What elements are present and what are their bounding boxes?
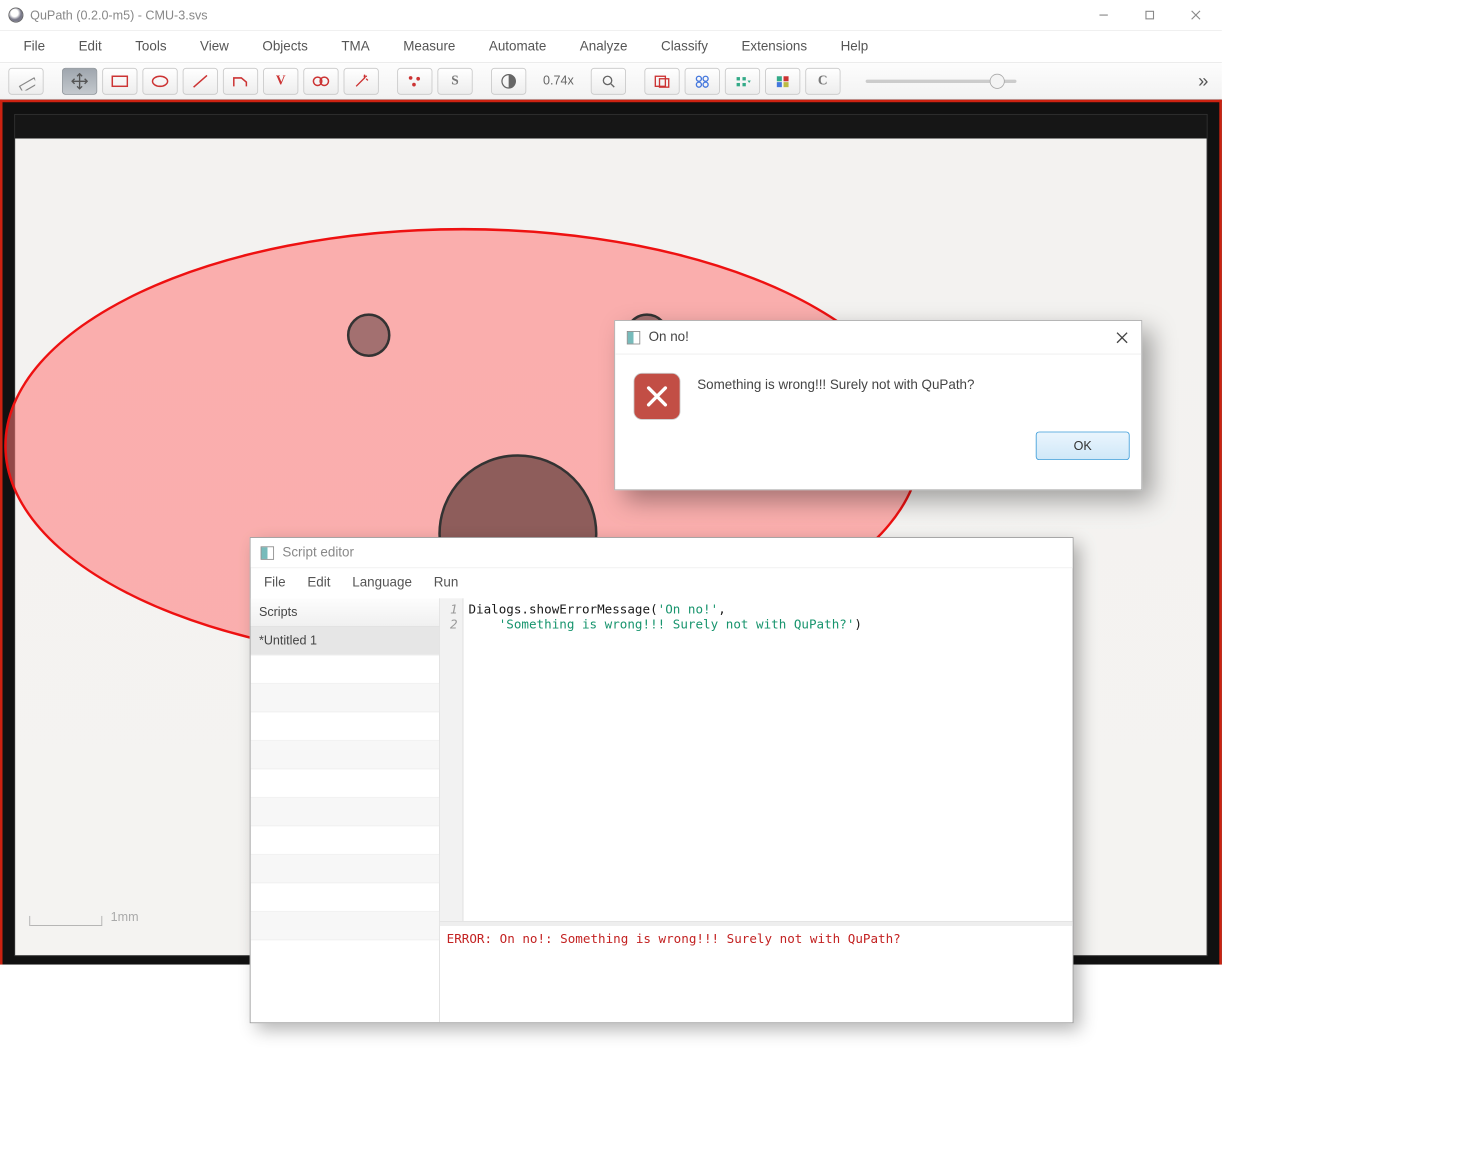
script-editor-title: Script editor xyxy=(282,545,354,560)
app-icon xyxy=(8,8,23,23)
titlebar: QuPath (0.2.0-m5) - CMU-3.svs xyxy=(0,0,1222,31)
polyline-tool-icon[interactable]: V xyxy=(263,67,298,94)
menu-edit[interactable]: Edit xyxy=(72,36,109,58)
maximize-button[interactable] xyxy=(1126,2,1172,29)
show-tma-grid-icon[interactable] xyxy=(684,67,719,94)
code-content[interactable]: Dialogs.showErrorMessage('On no!', 'Some… xyxy=(463,598,1072,921)
scripts-header: Scripts xyxy=(251,598,440,626)
line-tool-icon[interactable] xyxy=(183,67,218,94)
close-button[interactable] xyxy=(1172,2,1218,29)
rectangle-tool-icon[interactable] xyxy=(102,67,137,94)
dialog-titlebar[interactable]: On no! xyxy=(615,321,1141,355)
opacity-slider[interactable] xyxy=(865,79,1016,82)
dialog-close-button[interactable] xyxy=(1111,326,1133,348)
menu-objects[interactable]: Objects xyxy=(256,36,315,58)
line-gutter: 12 xyxy=(440,598,463,921)
points-tool-icon[interactable] xyxy=(397,67,432,94)
slider-thumb-icon[interactable] xyxy=(989,73,1004,88)
menu-tools[interactable]: Tools xyxy=(129,36,174,58)
script-menu-language[interactable]: Language xyxy=(352,576,412,591)
scalebar: 1mm xyxy=(29,908,138,926)
minimize-button[interactable] xyxy=(1080,2,1126,29)
window-title: QuPath (0.2.0-m5) - CMU-3.svs xyxy=(30,8,207,22)
wand-tool-icon[interactable] xyxy=(344,67,379,94)
selection-mode-button[interactable]: S xyxy=(437,67,472,94)
code-editor[interactable]: 12 Dialogs.showErrorMessage('On no!', 'S… xyxy=(440,598,1073,921)
menu-classify[interactable]: Classify xyxy=(654,36,714,58)
menu-file[interactable]: File xyxy=(17,36,52,58)
java-icon xyxy=(627,331,640,344)
script-list-item[interactable]: *Untitled 1 xyxy=(251,627,440,655)
script-list: Scripts *Untitled 1 xyxy=(251,598,440,1022)
script-menu-file[interactable]: File xyxy=(264,576,286,591)
java-icon xyxy=(261,546,274,559)
menu-measure[interactable]: Measure xyxy=(396,36,462,58)
menubar: File Edit Tools View Objects TMA Measure… xyxy=(0,31,1222,63)
brightness-contrast-icon[interactable] xyxy=(491,67,526,94)
scalebar-label: 1mm xyxy=(111,910,139,924)
zoom-level: 0.74x xyxy=(531,74,585,88)
show-detections-icon[interactable] xyxy=(725,67,760,94)
polygon-tool-icon[interactable] xyxy=(223,67,258,94)
toolbar: V S 0.74x C xyxy=(0,63,1222,100)
channel-viewer-button[interactable]: C xyxy=(805,67,840,94)
fill-detections-icon[interactable] xyxy=(765,67,800,94)
error-dialog: On no! Something is wrong!!! Surely not … xyxy=(614,320,1142,490)
show-annotations-icon[interactable] xyxy=(644,67,679,94)
script-menu-run[interactable]: Run xyxy=(434,576,459,591)
dialog-message: Something is wrong!!! Surely not with Qu… xyxy=(697,373,974,393)
menu-tma[interactable]: TMA xyxy=(335,36,377,58)
ruler-tool-icon[interactable] xyxy=(8,67,43,94)
menu-view[interactable]: View xyxy=(193,36,235,58)
ellipse-tool-icon[interactable] xyxy=(142,67,177,94)
script-editor-titlebar[interactable]: Script editor xyxy=(251,538,1073,568)
menu-automate[interactable]: Automate xyxy=(482,36,553,58)
zoom-fit-icon[interactable] xyxy=(591,67,626,94)
menu-extensions[interactable]: Extensions xyxy=(735,36,814,58)
script-editor-window[interactable]: Script editor File Edit Language Run Scr… xyxy=(250,537,1074,1023)
move-tool-icon[interactable] xyxy=(62,67,97,94)
menu-help[interactable]: Help xyxy=(834,36,875,58)
dialog-title: On no! xyxy=(649,330,689,345)
error-icon xyxy=(634,373,681,420)
console-output[interactable]: ERROR: On no!: Something is wrong!!! Sur… xyxy=(440,922,1073,1023)
script-editor-menubar: File Edit Language Run xyxy=(251,568,1073,598)
toolbar-overflow-icon[interactable]: » xyxy=(1198,70,1213,92)
annotation-circle[interactable] xyxy=(347,313,391,357)
brush-tool-icon[interactable] xyxy=(303,67,338,94)
menu-analyze[interactable]: Analyze xyxy=(573,36,634,58)
image-viewer[interactable]: 1mm Script editor File Edit Language Run… xyxy=(0,100,1222,965)
ok-button[interactable]: OK xyxy=(1036,432,1130,460)
script-menu-edit[interactable]: Edit xyxy=(307,576,330,591)
